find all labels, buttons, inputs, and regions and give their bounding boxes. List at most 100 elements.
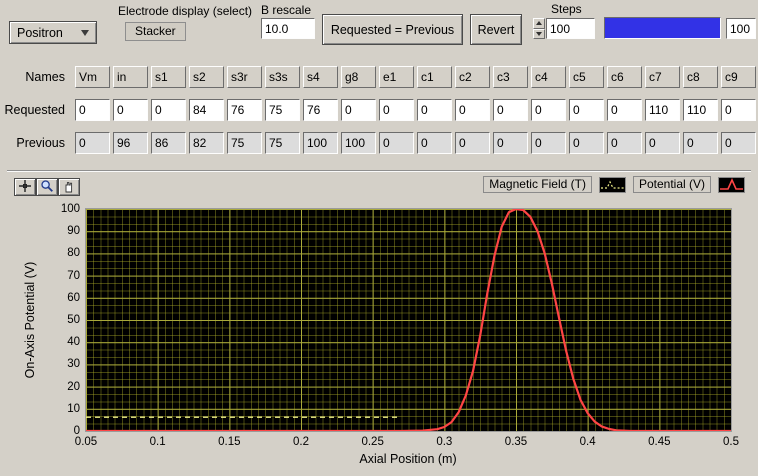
requested-input-c8[interactable] [683,99,718,121]
electrode-name-s2: s2 [189,66,224,88]
requested-input-s4[interactable] [303,99,338,121]
graph-section-divider [7,170,751,172]
previous-value-e1: 0 [379,132,414,154]
revert-button[interactable]: Revert [470,14,522,45]
electrode-name-c5: c5 [569,66,604,88]
x-tick-label: 0.15 [218,436,241,448]
requested-values-row [75,99,756,121]
potential-plot-area[interactable] [85,208,732,432]
y-tick-label: 100 [60,203,80,215]
y-axis-label: On-Axis Potential (V) [23,261,37,379]
previous-value-c4: 0 [531,132,566,154]
previous-value-s4: 100 [303,132,338,154]
requested-input-s3s[interactable] [265,99,300,121]
steps-decrement-button[interactable] [533,28,545,39]
requested-input-s2[interactable] [189,99,224,121]
electrode-display-value: Stacker [135,24,176,38]
x-tick-label: 0.35 [504,436,528,448]
previous-value-c1: 0 [417,132,452,154]
magnetic-field-legend-label[interactable]: Magnetic Field (T) [483,176,592,193]
requested-input-c1[interactable] [417,99,452,121]
previous-value-s3s: 75 [265,132,300,154]
requested-input-e1[interactable] [379,99,414,121]
previous-value-c3: 0 [493,132,528,154]
particle-selector-dropdown[interactable]: Positron [9,21,97,44]
previous-value-in: 96 [113,132,148,154]
previous-value-c7: 0 [645,132,680,154]
b-rescale-input[interactable] [261,18,315,39]
electrode-name-s3s: s3s [265,66,300,88]
arrow-up-icon [536,21,542,26]
cursor-tool-button[interactable] [14,178,36,196]
crosshair-icon [18,179,32,196]
previous-values-row: 0 96 86 82 75 75 100 100 0 0 0 0 0 0 0 0 0 0 [75,132,756,154]
previous-value-c5: 0 [569,132,604,154]
plot-legend: Magnetic Field (T) Potential (V) [483,176,745,193]
requested-input-c2[interactable] [455,99,490,121]
y-tick-label: 50 [67,314,80,326]
x-tick-label: 0.05 [74,436,98,448]
y-tick-label: 20 [67,380,80,393]
previous-value-g8: 100 [341,132,376,154]
previous-value-c2: 0 [455,132,490,154]
electrode-display-ring[interactable]: Stacker [125,22,186,41]
requested-input-s1[interactable] [151,99,186,121]
steps-input[interactable] [546,18,595,39]
chevron-down-icon [81,29,89,36]
electrode-name-c1: c1 [417,66,452,88]
y-tick-label: 90 [67,225,80,238]
requested-input-c4[interactable] [531,99,566,121]
x-tick-label: 0.25 [361,436,384,448]
requested-input-c9[interactable] [721,99,756,121]
requested-equals-previous-button[interactable]: Requested = Previous [322,14,463,45]
requested-row-label: Requested [4,103,65,117]
electrode-name-c3: c3 [493,66,528,88]
magnetic-field-line-icon[interactable] [598,176,626,193]
b-rescale-label: B rescale [261,3,312,17]
potential-line-icon[interactable] [718,176,745,193]
particle-selector-value: Positron [17,25,63,40]
steps-increment-button[interactable] [533,18,545,29]
requested-input-in[interactable] [113,99,148,121]
hand-icon [62,179,76,196]
electrode-name-c4: c4 [531,66,566,88]
y-tick-label: 60 [67,291,80,304]
x-tick-label: 0.4 [579,436,596,448]
requested-input-Vm[interactable] [75,99,110,121]
electrode-name-s3r: s3r [227,66,262,88]
previous-value-Vm: 0 [75,132,110,154]
requested-input-c5[interactable] [569,99,604,121]
electrode-name-Vm: Vm [75,66,110,88]
pan-tool-button[interactable] [58,178,80,196]
requested-input-c6[interactable] [607,99,642,121]
x-tick-label: 0.1 [149,436,166,448]
requested-input-c7[interactable] [645,99,680,121]
electrode-name-c8: c8 [683,66,718,88]
magnifier-icon [40,179,54,196]
y-tick-label: 70 [67,269,80,282]
zoom-tool-button[interactable] [36,178,58,196]
previous-value-c9: 0 [721,132,756,154]
requested-input-c3[interactable] [493,99,528,121]
previous-value-c8: 0 [683,132,718,154]
previous-value-s1: 86 [151,132,186,154]
electrode-names-row: Vm in s1 s2 s3r s3s s4 g8 e1 c1 c2 c3 c4 c5 c6 c7 c8 c9 [75,66,756,88]
requested-input-g8[interactable] [341,99,376,121]
x-tick-label: 0.2 [293,436,309,448]
electrode-name-c2: c2 [455,66,490,88]
potential-legend-label[interactable]: Potential (V) [632,176,711,193]
steps-spinner [533,18,545,39]
slider-value-display[interactable] [726,18,756,39]
graph-toolbar [14,178,80,196]
labview-control-panel: Positron Electrode display (select) Stac… [0,0,758,476]
electrode-name-s4: s4 [303,66,338,88]
electrode-name-in: in [113,66,148,88]
arrow-down-icon [536,31,542,36]
x-tick-label: 0.5 [723,436,739,448]
previous-row-label: Previous [16,136,65,150]
x-tick-label: 0.3 [436,436,453,448]
requested-input-s3r[interactable] [227,99,262,121]
progress-slider[interactable] [604,17,721,39]
names-row-label: Names [25,70,65,84]
electrode-name-g8: g8 [341,66,376,88]
